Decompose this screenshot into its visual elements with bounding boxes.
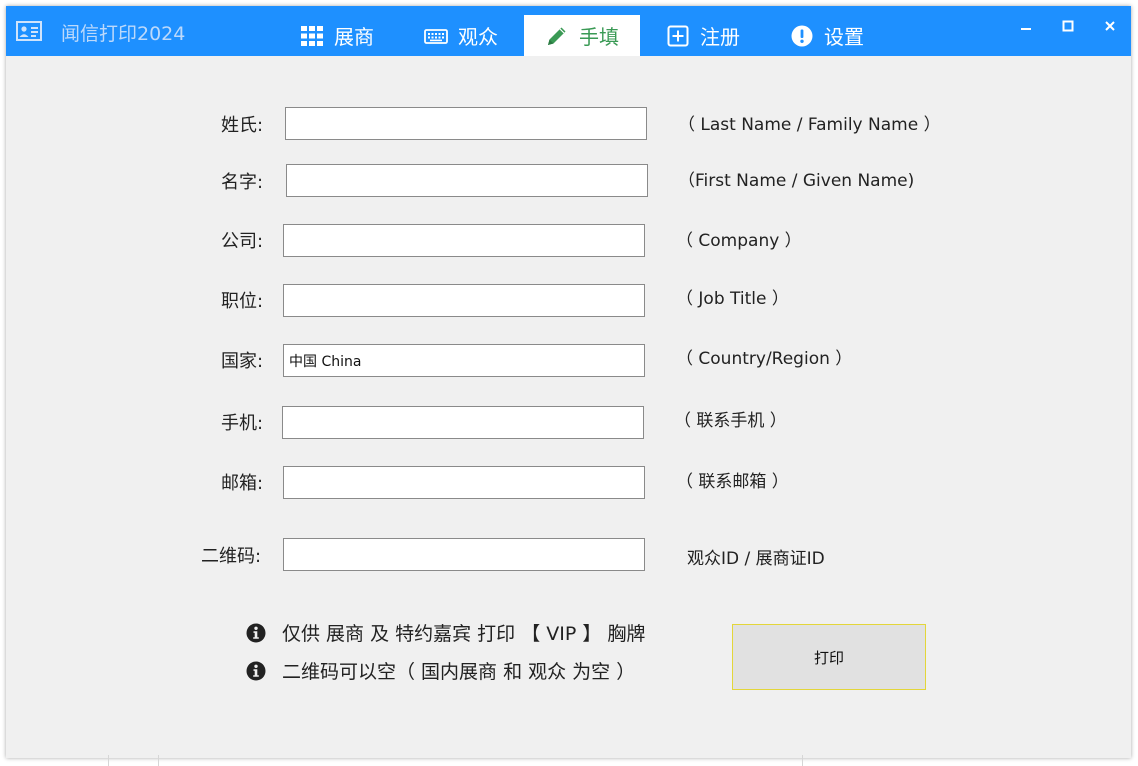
- email-input[interactable]: [283, 466, 645, 499]
- minimize-button[interactable]: [1010, 12, 1042, 40]
- tab-register[interactable]: 注册: [648, 15, 758, 56]
- divider: [802, 755, 803, 766]
- last-name-hint: （ Last Name / Family Name ）: [678, 115, 941, 135]
- country-hint: （ Country/Region ）: [676, 349, 853, 369]
- note-text: 二维码可以空（ 国内展商 和 观众 为空 ）: [282, 661, 636, 683]
- close-button[interactable]: [1094, 12, 1126, 40]
- divider: [108, 755, 109, 766]
- email-label: 邮箱:: [221, 473, 264, 494]
- company-label: 公司:: [221, 231, 264, 252]
- qrcode-label: 二维码:: [201, 546, 262, 567]
- pencil-icon: [548, 27, 566, 45]
- qrcode-note: 二维码可以空（ 国内展商 和 观众 为空 ）: [246, 657, 635, 684]
- minimize-icon: [1021, 28, 1031, 30]
- app-window: 闻信打印2024 展商 观众 手填 注册 设置 姓氏: （ Last Name …: [6, 6, 1131, 758]
- maximize-button[interactable]: [1052, 12, 1084, 40]
- maximize-icon: [1062, 20, 1074, 32]
- job-title-label: 职位:: [221, 291, 264, 312]
- first-name-label: 名字:: [221, 172, 264, 193]
- tab-label: 注册: [700, 25, 740, 49]
- tab-settings[interactable]: 设置: [772, 15, 882, 56]
- first-name-hint: （First Name / Given Name): [678, 171, 915, 191]
- company-hint: （ Company ）: [676, 231, 802, 251]
- note-text: 仅供 展商 及 特约嘉宾 打印 【 VIP 】 胸牌: [282, 623, 646, 645]
- mobile-input[interactable]: [282, 406, 644, 439]
- info-icon: [246, 661, 266, 680]
- country-input[interactable]: [283, 344, 645, 377]
- tab-visitors[interactable]: 观众: [406, 15, 516, 56]
- mobile-hint: （ 联系手机 ）: [674, 411, 787, 431]
- tab-manual-entry[interactable]: 手填: [524, 15, 640, 56]
- exclamation-circle-icon: [791, 25, 813, 46]
- app-title: 闻信打印2024: [61, 23, 186, 45]
- email-hint: （ 联系邮箱 ）: [676, 472, 789, 492]
- tab-label: 设置: [824, 25, 864, 49]
- company-input[interactable]: [283, 224, 645, 257]
- print-button[interactable]: 打印: [732, 624, 926, 690]
- close-icon: [1105, 21, 1115, 31]
- title-bar: 闻信打印2024 展商 观众 手填 注册 设置: [6, 6, 1131, 56]
- mobile-label: 手机:: [221, 413, 264, 434]
- tab-exhibitors[interactable]: 展商: [282, 15, 392, 56]
- keyboard-icon: [424, 28, 448, 44]
- last-name-label: 姓氏:: [221, 115, 264, 136]
- divider: [158, 755, 159, 766]
- tab-label: 观众: [458, 25, 498, 49]
- job-title-hint: （ Job Title ）: [676, 289, 789, 309]
- tab-label: 手填: [579, 25, 619, 49]
- plus-square-icon: [667, 25, 689, 46]
- job-title-input[interactable]: [283, 284, 645, 317]
- country-label: 国家:: [221, 351, 264, 372]
- qrcode-input[interactable]: [283, 538, 645, 571]
- contact-card-icon: [16, 21, 42, 41]
- qrcode-hint: 观众ID / 展商证ID: [687, 549, 825, 569]
- grid-icon: [301, 25, 323, 46]
- info-icon: [246, 623, 266, 642]
- tab-label: 展商: [334, 25, 374, 49]
- last-name-input[interactable]: [285, 107, 647, 140]
- first-name-input[interactable]: [286, 164, 648, 197]
- vip-note: 仅供 展商 及 特约嘉宾 打印 【 VIP 】 胸牌: [246, 619, 645, 646]
